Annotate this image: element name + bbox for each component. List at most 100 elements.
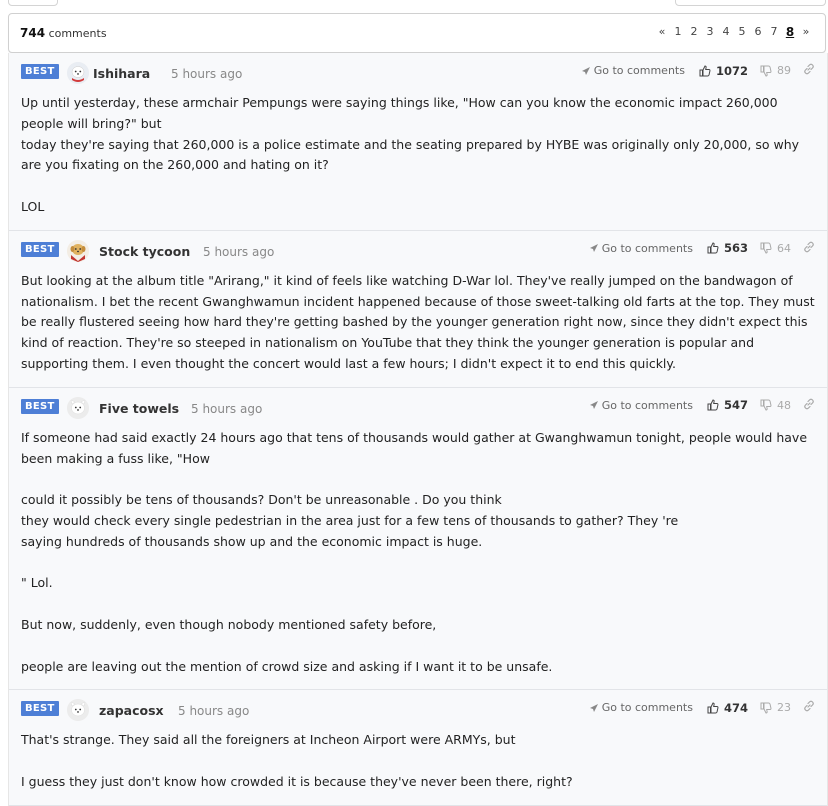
- dislike-count: 23: [777, 701, 791, 715]
- comment-line: I guess they just don't know how crowded…: [21, 773, 573, 789]
- send-arrow-icon: [589, 703, 598, 712]
- go-to-comments-label: Go to comments: [593, 64, 685, 77]
- comment-count-number: 744: [20, 26, 46, 40]
- comment-line: " Lol.: [21, 575, 53, 591]
- comment-time: 5 hours ago: [171, 67, 243, 81]
- dislike-button[interactable]: 64: [760, 242, 791, 255]
- top-tab-stub: [8, 0, 58, 6]
- comment-line: they would check every single pedestrian…: [21, 512, 679, 528]
- pager-page[interactable]: 6: [750, 25, 766, 39]
- comment-actions: Go to comments 563 64: [589, 241, 815, 256]
- comment-actions: Go to comments 474 23: [589, 700, 815, 715]
- comment-line: [21, 553, 815, 574]
- author-name[interactable]: Stock tycoon: [99, 244, 190, 259]
- best-badge: BEST: [21, 701, 59, 717]
- avatar-white-dog-icon[interactable]: [67, 699, 89, 722]
- dislike-count: 64: [777, 241, 791, 255]
- comment-line: [21, 636, 815, 657]
- comment-count-label: comments: [48, 27, 107, 40]
- share-link-icon[interactable]: [803, 63, 815, 78]
- dislike-button[interactable]: 48: [760, 399, 791, 412]
- pager-page[interactable]: 2: [686, 25, 702, 39]
- comment-header: BEST Stock tycoon 5 hours ago Go to comm…: [21, 231, 815, 271]
- comments-header: 744 comments « 1 2 3 4 5 6 7 8 »: [8, 13, 826, 53]
- comment-line: [21, 594, 815, 615]
- pager-page[interactable]: 5: [734, 25, 750, 39]
- go-to-comments-label: Go to comments: [601, 398, 693, 412]
- go-to-comments-link[interactable]: Go to comments: [581, 64, 685, 77]
- like-count: 547: [723, 398, 748, 413]
- share-link-icon[interactable]: [803, 700, 815, 715]
- comment-body: If someone had said exactly 24 hours ago…: [21, 428, 815, 690]
- author-name[interactable]: Ishihara: [93, 66, 150, 81]
- dislike-button[interactable]: 23: [760, 701, 791, 714]
- go-to-comments-label: Go to comments: [601, 701, 693, 715]
- comment-time: 5 hours ago: [178, 704, 250, 719]
- comment-header: BEST Ishihara 5 hours ago Go to comments…: [21, 53, 815, 93]
- comment-line: But looking at the album title "Arirang,…: [21, 272, 819, 371]
- dislike-button[interactable]: 89: [760, 64, 791, 77]
- like-button[interactable]: 1072: [699, 64, 748, 78]
- comment-line: saying hundreds of thousands show up and…: [21, 533, 483, 549]
- thumbs-down-icon: [760, 65, 772, 77]
- comment-time: 5 hours ago: [203, 244, 275, 259]
- dislike-count: 89: [777, 64, 791, 77]
- comment-item: BEST Stock tycoon 5 hours ago Go to comm…: [9, 230, 827, 388]
- comment-line: That's strange. They said all the foreig…: [21, 732, 516, 748]
- best-badge: BEST: [21, 64, 59, 79]
- avatar-white-dog-icon[interactable]: [67, 396, 89, 419]
- comment-line: LOL: [21, 198, 45, 214]
- share-link-icon[interactable]: [803, 398, 815, 413]
- author-name[interactable]: zapacosx: [99, 703, 164, 718]
- pager-page[interactable]: 1: [670, 25, 686, 39]
- author-name[interactable]: Five towels: [99, 401, 179, 416]
- send-arrow-icon: [581, 66, 590, 75]
- comment-body: That's strange. They said all the foreig…: [21, 730, 815, 804]
- comment-item: BEST zapacosx 5 hours ago Go to comments…: [9, 690, 827, 806]
- comment-line: today they're saying that 260,000 is a p…: [21, 136, 803, 173]
- comment-line: people are leaving out the mention of cr…: [21, 658, 553, 674]
- dislike-count: 48: [777, 398, 791, 412]
- thumbs-down-icon: [760, 702, 772, 714]
- like-count: 1072: [715, 63, 748, 78]
- thumbs-down-icon: [760, 399, 772, 411]
- go-to-comments-link[interactable]: Go to comments: [589, 701, 693, 714]
- send-arrow-icon: [589, 244, 598, 253]
- avatar-white-dog-red-collar-icon[interactable]: [67, 62, 89, 84]
- avatar-golden-dog-cape-icon[interactable]: [67, 239, 89, 262]
- top-input-stub: [675, 0, 826, 6]
- pager-page[interactable]: 4: [718, 25, 734, 39]
- comment-body: Up until yesterday, these armchair Pempu…: [21, 93, 815, 230]
- pager-next[interactable]: »: [798, 25, 814, 39]
- comment-line: could it possibly be tens of thousands? …: [21, 492, 502, 508]
- pager-page-current[interactable]: 8: [782, 25, 798, 39]
- comment-item: BEST Ishihara 5 hours ago Go to comments…: [9, 53, 827, 231]
- comment-line: Up until yesterday, these armchair Pempu…: [21, 95, 782, 131]
- thumbs-up-icon: [707, 399, 719, 411]
- comment-list: BEST Ishihara 5 hours ago Go to comments…: [8, 53, 828, 806]
- comment-count: 744 comments: [20, 26, 107, 40]
- comment-time: 5 hours ago: [191, 401, 263, 416]
- like-button[interactable]: 474: [707, 701, 748, 715]
- best-badge: BEST: [21, 398, 59, 414]
- best-badge: BEST: [21, 241, 59, 257]
- pager-page[interactable]: 3: [702, 25, 718, 39]
- go-to-comments-link[interactable]: Go to comments: [589, 399, 693, 412]
- like-button[interactable]: 563: [707, 241, 748, 255]
- thumbs-up-icon: [707, 242, 719, 254]
- comment-line: [21, 751, 815, 772]
- share-link-icon[interactable]: [803, 241, 815, 256]
- comment-body: But looking at the album title "Arirang,…: [21, 271, 815, 387]
- thumbs-up-icon: [707, 702, 719, 714]
- thumbs-up-icon: [699, 64, 711, 76]
- like-button[interactable]: 547: [707, 398, 748, 412]
- comment-item: BEST Five towels 5 hours ago Go to comme…: [9, 387, 827, 691]
- go-to-comments-label: Go to comments: [601, 241, 693, 255]
- go-to-comments-link[interactable]: Go to comments: [589, 242, 693, 255]
- comment-line: If someone had said exactly 24 hours ago…: [21, 429, 811, 466]
- pager-prev[interactable]: «: [654, 25, 670, 39]
- pager-page[interactable]: 7: [766, 25, 782, 39]
- comment-line: [21, 176, 815, 197]
- pagination: « 1 2 3 4 5 6 7 8 »: [654, 25, 814, 39]
- like-count: 474: [723, 700, 748, 715]
